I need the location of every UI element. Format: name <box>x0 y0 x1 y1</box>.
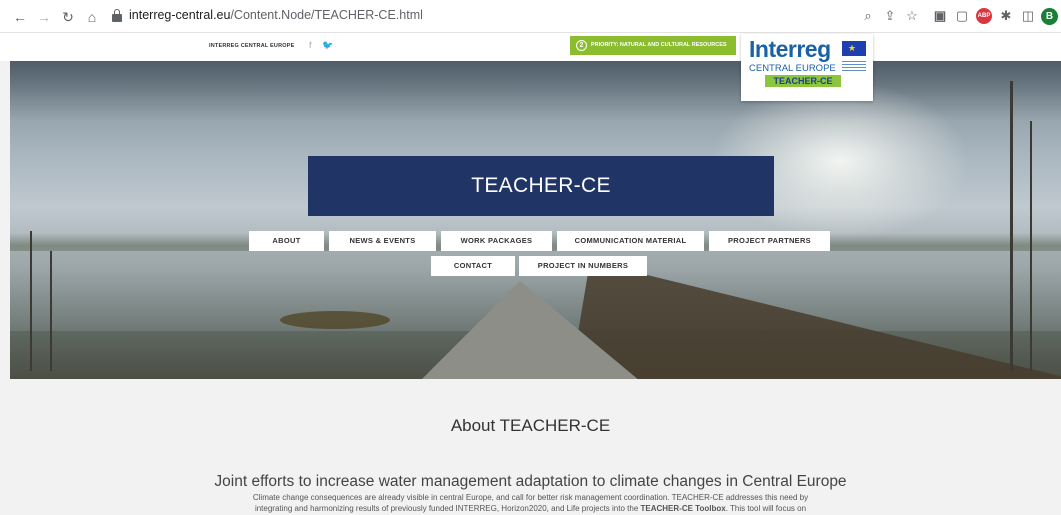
section-heading: About TEACHER-CE <box>450 416 611 435</box>
puzzle-icon[interactable]: ✱ <box>998 8 1014 24</box>
zoom-icon[interactable]: ⌕ <box>860 8 876 24</box>
lock-icon <box>112 9 122 22</box>
back-icon[interactable]: ← <box>12 9 28 25</box>
intro-paragraph: Climate change consequences are already … <box>200 492 861 514</box>
interreg-logo[interactable]: Interreg CENTRAL EUROPE TEACHER-CE <box>741 34 873 101</box>
browser-toolbar: ← → ↻ ⌂ interreg-central.eu/Content.Node… <box>0 0 1061 33</box>
nav-project-in-numbers[interactable]: PROJECT IN NUMBERS <box>519 256 647 276</box>
logo-name: Interreg <box>749 36 831 62</box>
share-icon[interactable]: ⇪ <box>882 8 898 24</box>
nav-work-packages[interactable]: WORK PACKAGES <box>441 231 552 251</box>
sidepanel-icon[interactable]: ◫ <box>1020 8 1036 24</box>
nav-about[interactable]: ABOUT <box>249 231 324 251</box>
site-topbar: INTERREG CENTRAL EUROPE f 🐦 <box>0 33 1061 61</box>
brand-link[interactable]: INTERREG CENTRAL EUROPE <box>209 43 294 49</box>
bookmark-star-icon[interactable]: ☆ <box>904 8 920 24</box>
extension-box-icon[interactable]: ▢ <box>954 8 970 24</box>
profile-avatar[interactable]: B <box>1041 8 1058 25</box>
intro-line-2: integrating and harmonizing results of p… <box>254 504 807 513</box>
nav-communication-material[interactable]: COMMUNICATION MATERIAL <box>557 231 704 251</box>
forward-icon[interactable]: → <box>36 9 52 25</box>
priority-text: PRIORITY: NATURAL AND CULTURAL RESOURCES <box>591 42 727 48</box>
home-icon[interactable]: ⌂ <box>84 9 100 25</box>
page-title: TEACHER-CE <box>471 174 611 197</box>
logo-tag: TEACHER-CE <box>765 75 841 87</box>
priority-badge[interactable]: 2 PRIORITY: NATURAL AND CULTURAL RESOURC… <box>570 36 736 55</box>
nav-project-partners[interactable]: PROJECT PARTNERS <box>709 231 830 251</box>
eu-flag-icon <box>842 41 866 56</box>
nav-news-events[interactable]: NEWS & EVENTS <box>329 231 436 251</box>
facebook-icon[interactable]: f <box>309 40 312 50</box>
toolbox-link: TEACHER-CE Toolbox <box>640 504 726 513</box>
hero-title-box: TEACHER-CE <box>308 156 774 216</box>
priority-number: 2 <box>576 40 587 51</box>
hero-image <box>10 61 1061 379</box>
reload-icon[interactable]: ↻ <box>60 9 76 25</box>
url-text[interactable]: interreg-central.eu/Content.Node/TEACHER… <box>129 8 423 22</box>
nav-contact[interactable]: CONTACT <box>431 256 515 276</box>
adblock-icon[interactable]: ABP <box>976 8 992 24</box>
intro-line-1: Climate change consequences are already … <box>252 493 809 502</box>
twitter-icon[interactable]: 🐦 <box>322 40 333 51</box>
logo-subtitle: CENTRAL EUROPE <box>749 63 836 74</box>
section-subheading: Joint efforts to increase water manageme… <box>214 473 847 490</box>
extension-icon[interactable]: ▣ <box>932 8 948 24</box>
eu-text-icon <box>842 61 866 72</box>
